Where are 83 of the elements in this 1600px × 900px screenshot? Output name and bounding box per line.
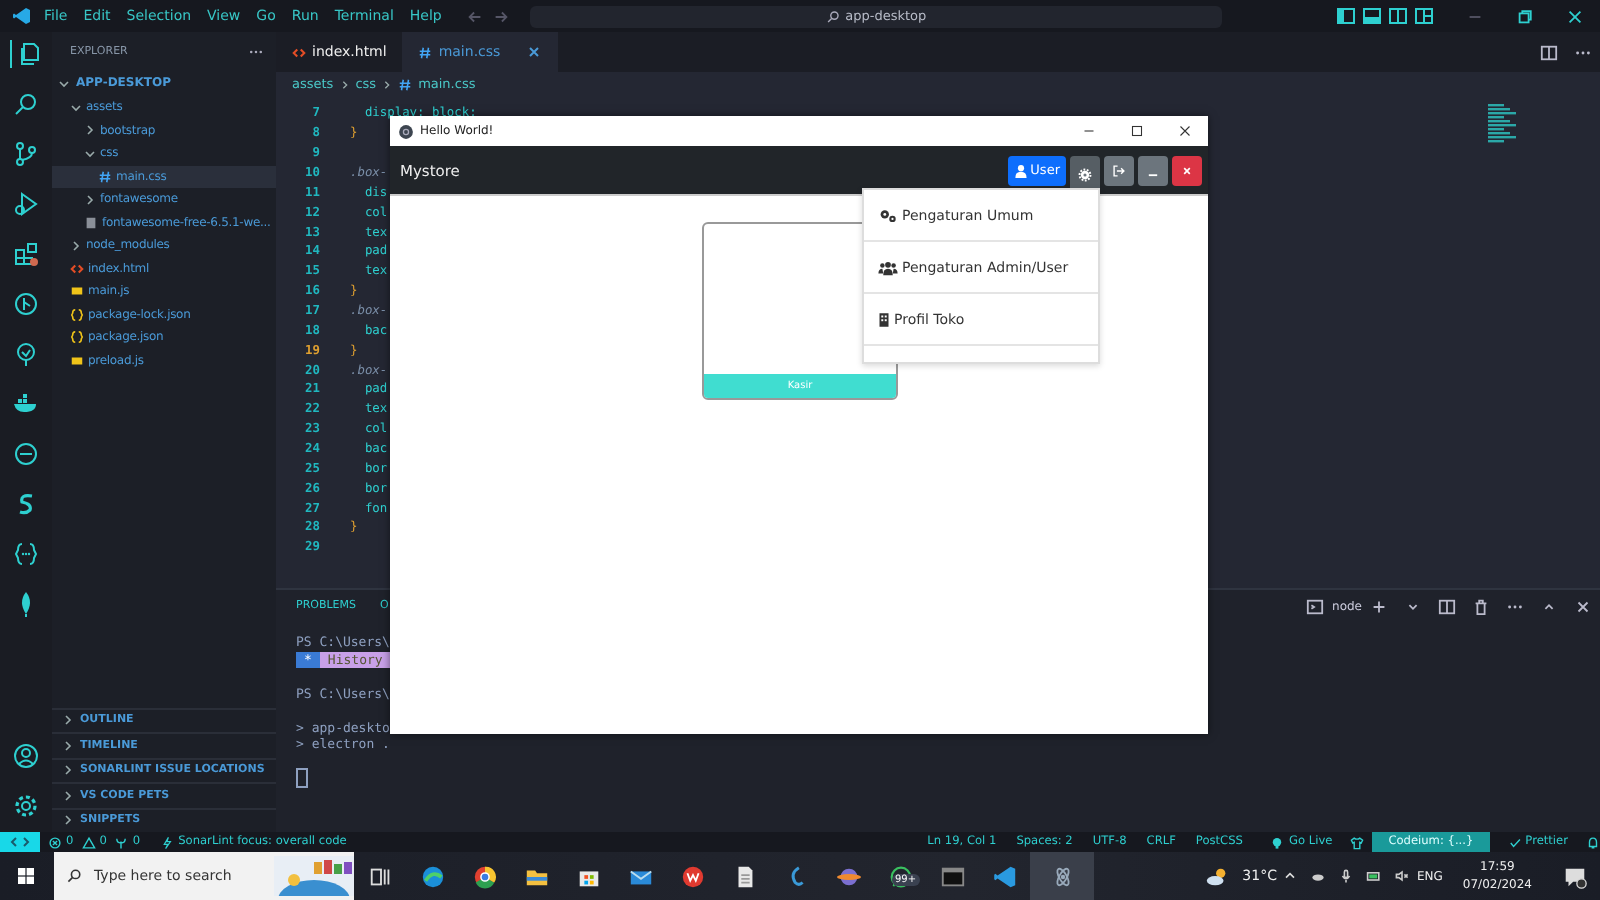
close-icon	[1180, 163, 1194, 177]
close-icon[interactable]	[1574, 597, 1592, 615]
search-icon	[825, 9, 840, 23]
git-graph-icon[interactable]	[12, 290, 40, 318]
more-icon[interactable]	[248, 48, 264, 56]
grid-layout-icon[interactable]	[1414, 6, 1434, 26]
planet-icon[interactable]	[835, 863, 861, 889]
check-icon	[1507, 835, 1522, 849]
panel-layout-icon[interactable]	[1362, 6, 1382, 26]
back-arrow-icon[interactable]	[465, 7, 484, 25]
split-editor-icon[interactable]	[1540, 43, 1558, 61]
app-logo-icon	[398, 123, 414, 139]
code-icon	[292, 45, 306, 59]
trash-icon[interactable]	[1472, 597, 1490, 615]
code-editor-icon[interactable]	[991, 863, 1017, 889]
hash-icon	[418, 45, 433, 59]
braces-icon	[70, 307, 84, 322]
battery-icon[interactable]	[1366, 868, 1383, 884]
logout-button[interactable]	[1104, 155, 1134, 185]
shirt-icon[interactable]	[1350, 835, 1365, 849]
person-icon	[1014, 163, 1029, 177]
maximize-icon[interactable]	[1128, 122, 1146, 140]
logout-icon	[1112, 163, 1126, 177]
braces-icon	[70, 330, 84, 345]
gear-icon	[1078, 168, 1092, 182]
minimap-drawing	[1488, 104, 1520, 148]
chevron-down-icon	[58, 77, 70, 89]
archive-icon	[84, 215, 98, 230]
remote-icon[interactable]	[0, 832, 40, 852]
hash-icon	[398, 77, 413, 91]
chevron-right-icon	[382, 79, 393, 89]
speaker-muted-icon[interactable]	[1394, 868, 1411, 884]
microphone-icon[interactable]	[1338, 868, 1355, 884]
settings-icon[interactable]	[12, 792, 40, 820]
cloud-icon[interactable]	[1310, 868, 1327, 884]
users-icon	[878, 259, 898, 275]
account-icon[interactable]	[12, 742, 40, 770]
editor-logo-icon	[12, 6, 32, 26]
browser-icon[interactable]	[471, 863, 497, 889]
search-icon	[66, 868, 82, 884]
extensions-icon[interactable]	[12, 240, 40, 268]
terminal-cursor	[296, 768, 308, 789]
script-icon	[70, 353, 84, 368]
code-icon	[70, 261, 84, 276]
weather-icon[interactable]	[1203, 863, 1230, 889]
minimize-button[interactable]	[1138, 155, 1168, 185]
warning-icon	[81, 835, 96, 849]
files-icon[interactable]	[9, 40, 43, 68]
antenna-icon	[114, 835, 129, 849]
split-layout-icon[interactable]	[1388, 6, 1408, 26]
plus-icon[interactable]	[1370, 597, 1388, 615]
chevron-up-icon[interactable]	[1282, 868, 1299, 884]
search-icon[interactable]	[12, 90, 40, 118]
chevron-right-icon	[339, 79, 350, 89]
close-icon[interactable]	[1176, 122, 1194, 140]
whale-icon[interactable]	[12, 390, 40, 418]
braces-icon[interactable]	[12, 540, 40, 568]
terminal-icon[interactable]	[1306, 597, 1325, 615]
task-view-icon[interactable]	[367, 863, 393, 889]
browser-icon[interactable]	[419, 863, 445, 889]
bell-icon[interactable]	[1586, 835, 1600, 849]
gears-icon	[878, 207, 898, 223]
windows-icon[interactable]	[16, 866, 36, 886]
tree-icon[interactable]	[12, 340, 40, 368]
close-button[interactable]	[1172, 155, 1202, 185]
close-icon[interactable]	[1566, 7, 1584, 25]
close-icon[interactable]	[526, 44, 543, 60]
terminal-icon[interactable]	[939, 863, 965, 889]
building-icon	[878, 311, 890, 327]
circle-minus-icon[interactable]	[12, 440, 40, 468]
source-control-icon[interactable]	[12, 140, 40, 168]
restore-icon[interactable]	[1516, 7, 1534, 25]
hash-icon	[98, 169, 112, 184]
split-icon[interactable]	[1438, 597, 1456, 615]
app-icon[interactable]	[679, 863, 705, 889]
sidebar-layout-icon[interactable]	[1336, 6, 1356, 26]
lightning-icon	[160, 835, 175, 849]
forward-arrow-icon[interactable]	[491, 7, 510, 25]
script-icon	[70, 284, 84, 299]
run-debug-icon[interactable]	[12, 190, 40, 218]
notifications-icon[interactable]	[1561, 863, 1587, 889]
error-icon	[48, 835, 62, 849]
broadcast-icon	[1270, 835, 1285, 849]
